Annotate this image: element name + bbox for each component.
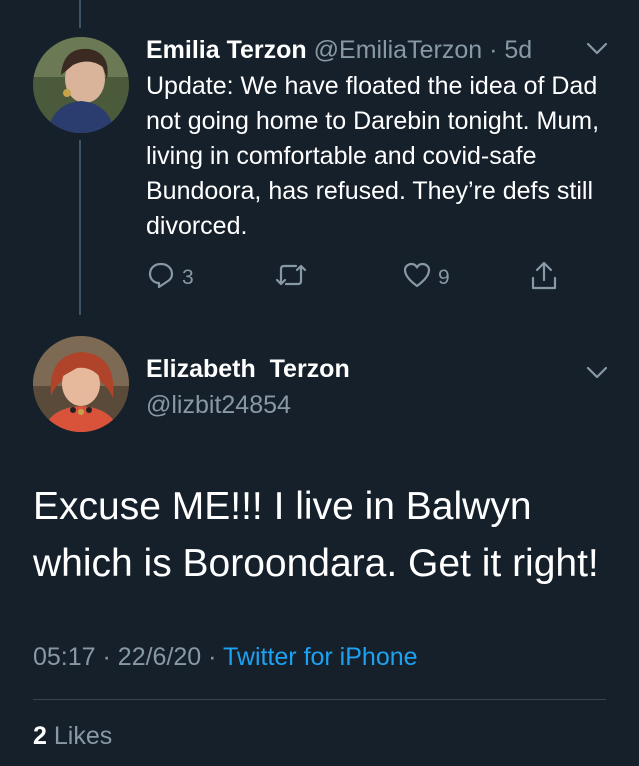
share-button[interactable] bbox=[529, 260, 559, 298]
like-icon bbox=[402, 260, 432, 296]
thread-line-bottom bbox=[79, 140, 81, 315]
tweet-text: Update: We have floated the idea of Dad … bbox=[146, 72, 600, 240]
chevron-down-icon[interactable] bbox=[585, 365, 609, 386]
separator: · bbox=[208, 643, 217, 671]
share-icon bbox=[529, 260, 559, 298]
likes-count: 2 bbox=[33, 722, 47, 750]
retweet-button[interactable] bbox=[274, 260, 308, 296]
divider bbox=[33, 699, 606, 700]
likes-link[interactable]: 2 Likes bbox=[33, 722, 112, 751]
tweet-header: Emilia Terzon @EmiliaTerzon · 5d bbox=[146, 35, 532, 65]
likes-label: Likes bbox=[53, 722, 113, 750]
avatar-elizabeth[interactable] bbox=[33, 336, 129, 432]
thread-line-top bbox=[79, 0, 81, 28]
author-name[interactable]: Elizabeth Terzon bbox=[146, 355, 350, 384]
author-name[interactable]: Emilia Terzon bbox=[146, 36, 307, 64]
avatar-emilia[interactable] bbox=[33, 37, 129, 133]
time-ago[interactable]: 5d bbox=[504, 36, 532, 64]
tweet-actions: 3 9 bbox=[146, 260, 576, 296]
reply-icon bbox=[146, 260, 176, 296]
tweet-date: 22/6/20 bbox=[117, 643, 202, 671]
author-handle[interactable]: @lizbit24854 bbox=[146, 391, 291, 420]
tweet-meta: 05:17 · 22/6/20 · Twitter for iPhone bbox=[33, 643, 418, 672]
like-count: 9 bbox=[438, 266, 450, 289]
retweet-icon bbox=[274, 260, 308, 296]
tweet-time: 05:17 bbox=[33, 643, 96, 671]
separator: · bbox=[489, 36, 498, 64]
author-handle[interactable]: @EmiliaTerzon bbox=[314, 36, 482, 64]
chevron-down-icon[interactable] bbox=[585, 41, 609, 62]
reply-count: 3 bbox=[182, 266, 194, 289]
separator: · bbox=[102, 643, 111, 671]
like-button[interactable]: 9 bbox=[402, 260, 450, 296]
tweet-text: Excuse ME!!! I live in Balwyn which is B… bbox=[33, 485, 599, 585]
tweet-source-link[interactable]: Twitter for iPhone bbox=[223, 643, 418, 671]
reply-button[interactable]: 3 bbox=[146, 260, 194, 296]
